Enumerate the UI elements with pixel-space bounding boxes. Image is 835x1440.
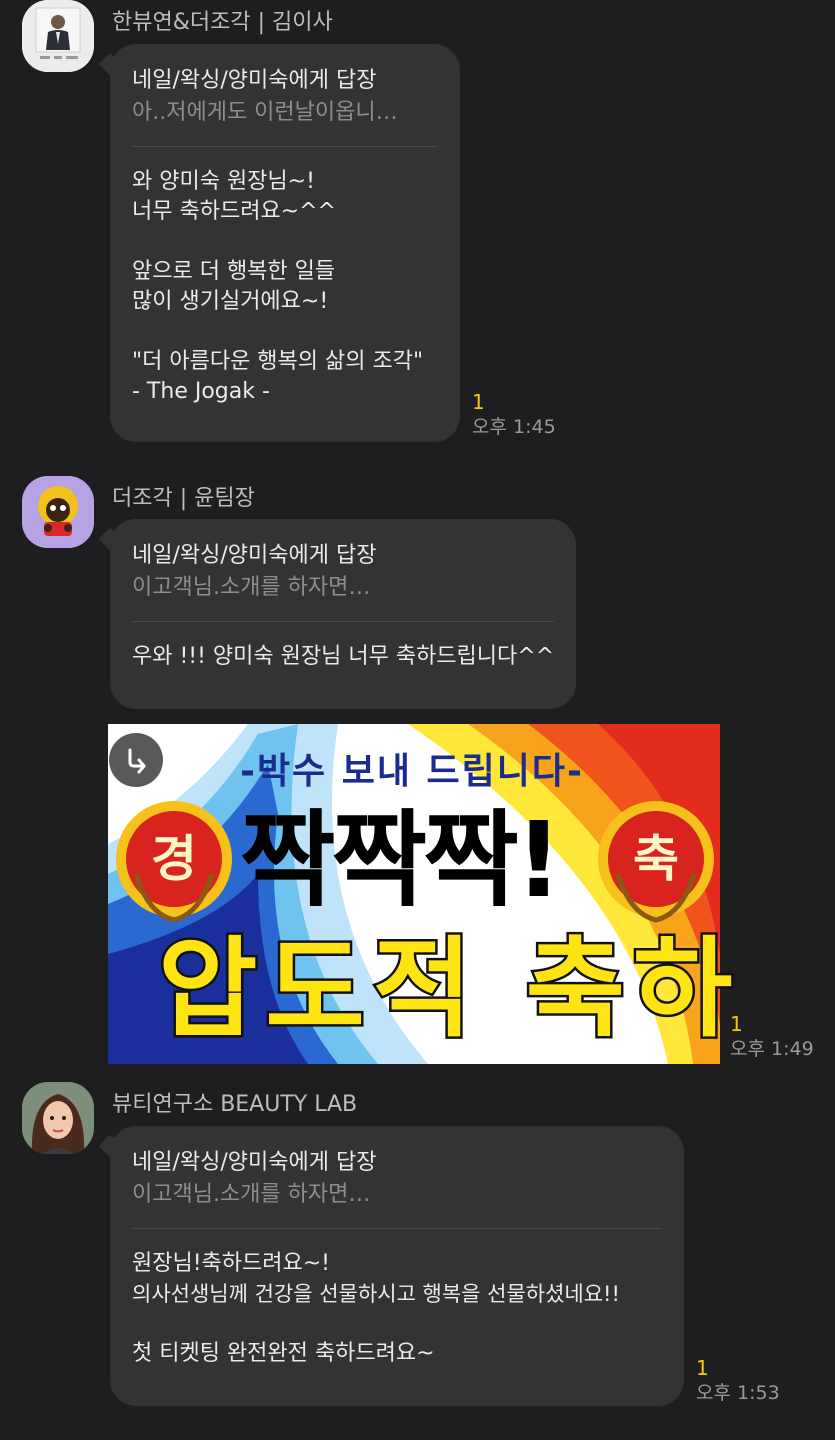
message-time: 오후 1:53 xyxy=(696,1382,780,1404)
message-bubble[interactable]: 네일/왁싱/양미숙에게 답장 이고객님.소개를 하자면… 원장님!축하드려요~!… xyxy=(110,1126,684,1406)
message-line: 와 양미숙 원장님~! xyxy=(132,169,315,194)
reply-quote[interactable]: 이고객님.소개를 하자면… xyxy=(132,573,554,603)
reply-quote[interactable]: 이고객님.소개를 하자면… xyxy=(132,1180,662,1210)
woman-portrait-avatar-icon xyxy=(22,1082,94,1154)
cartoon-character-avatar-icon xyxy=(22,476,94,548)
sender-name[interactable]: 한뷰연&더조각 | 김이사 xyxy=(112,4,333,36)
avatar-woman-portrait[interactable] xyxy=(22,1082,94,1154)
unread-count: 1 xyxy=(730,1012,743,1036)
avatar-cartoon-character[interactable] xyxy=(22,476,94,548)
share-arrow-icon xyxy=(128,748,146,774)
reply-divider xyxy=(132,621,554,622)
message-line: 우와 !!! 양미숙 원장님 너무 축하드립니다^^ xyxy=(132,644,555,669)
message-line: 앞으로 더 행복한 일들 xyxy=(132,259,336,284)
reply-divider xyxy=(132,1228,662,1229)
reply-target: 네일/왁싱/양미숙에게 답장 xyxy=(132,1150,377,1175)
reply-divider xyxy=(132,146,438,147)
sender-name[interactable]: 더조각 | 윤팀장 xyxy=(112,480,255,512)
message-line: - The Jogak - xyxy=(132,379,270,404)
message-line-blank xyxy=(132,227,438,257)
message-line-blank xyxy=(132,317,438,347)
seal-left-text: 경 xyxy=(151,830,197,888)
message-meta: 1 오후 1:53 xyxy=(696,1356,780,1406)
man-in-suit-avatar-icon xyxy=(22,0,94,72)
banner-sub-text: 압도적 축하 xyxy=(155,927,741,1052)
message-line: 너무 축하드려요~^^ xyxy=(132,199,336,224)
reply-quote[interactable]: 아..저에게도 이런날이옵니… xyxy=(132,98,438,128)
banner-main-text: 짝짝짝! xyxy=(240,799,562,921)
share-button[interactable] xyxy=(109,733,163,787)
message-line: 많이 생기실거에요~! xyxy=(132,289,329,314)
unread-count: 1 xyxy=(696,1356,709,1380)
unread-count: 1 xyxy=(472,390,485,414)
reply-target: 네일/왁싱/양미숙에게 답장 xyxy=(132,543,377,568)
message-bubble[interactable]: 네일/왁싱/양미숙에게 답장 아..저에게도 이런날이옵니… 와 양미숙 원장님… xyxy=(110,44,460,442)
avatar-man-in-suit[interactable] xyxy=(22,0,94,72)
message-meta: 1 오후 1:45 xyxy=(472,390,556,440)
message-time: 오후 1:45 xyxy=(472,416,556,438)
chat-screen: 한뷰연&더조각 | 김이사 네일/왁싱/양미숙에게 답장 아..저에게도 이런날… xyxy=(0,0,835,1440)
message-bubble[interactable]: 네일/왁싱/양미숙에게 답장 이고객님.소개를 하자면… 우와 !!! 양미숙 … xyxy=(110,519,576,709)
seal-right-text: 축 xyxy=(633,830,679,888)
message-line: 원장님!축하드려요~! xyxy=(132,1251,330,1276)
reply-target: 네일/왁싱/양미숙에게 답장 xyxy=(132,68,377,93)
message-line: 첫 티켓팅 완전완전 축하드려요~ xyxy=(132,1341,435,1366)
message-meta: 1 오후 1:49 xyxy=(730,1012,814,1062)
message-line-blank xyxy=(132,1309,662,1339)
message-time: 오후 1:49 xyxy=(730,1038,814,1060)
sender-name[interactable]: 뷰티연구소 BEAUTY LAB xyxy=(112,1086,357,1118)
banner-top-text: -박수 보내 드립니다- xyxy=(240,751,584,792)
message-line: "더 아름다운 행복의 삶의 조각" xyxy=(132,349,424,374)
message-line: 의사선생님께 건강을 선물하시고 행복을 선물하셨네요!! xyxy=(132,1282,620,1306)
